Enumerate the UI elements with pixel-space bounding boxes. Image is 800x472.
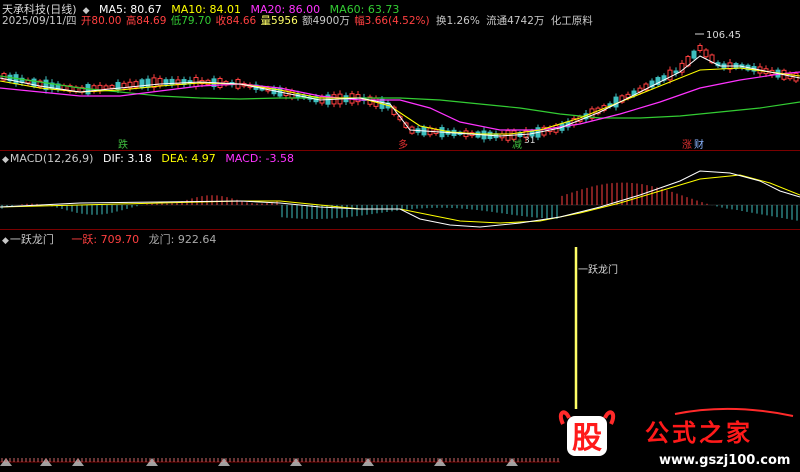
candle-body bbox=[691, 50, 697, 59]
macd-dea: DEA: 4.97 bbox=[161, 152, 216, 165]
signal-marker: 财 bbox=[694, 138, 704, 150]
candle-body bbox=[151, 77, 157, 88]
macd-chart[interactable] bbox=[0, 165, 800, 229]
macd-histogram bbox=[1, 182, 798, 221]
candle-body bbox=[103, 85, 109, 90]
signal-marker: 多 bbox=[398, 138, 408, 150]
candle-body bbox=[697, 45, 703, 51]
candle-body bbox=[613, 96, 619, 108]
site-logo: 股 公式之家 www.gszj100.com bbox=[555, 406, 800, 469]
low-price-label: 31 bbox=[524, 136, 535, 146]
dea-line bbox=[0, 174, 800, 224]
panel-separator bbox=[0, 150, 800, 151]
signal-markers: 跌 多 减 涨财 bbox=[118, 138, 704, 150]
macd-dif: DIF: 3.18 bbox=[102, 152, 152, 165]
candle-body bbox=[673, 70, 679, 74]
candle-body bbox=[703, 49, 709, 58]
macd-title[interactable]: MACD(12,26,9) bbox=[10, 152, 94, 165]
price-chart[interactable]: 106.45 31 跌 多 减 涨财 bbox=[0, 26, 800, 150]
candle-body bbox=[139, 79, 145, 89]
macd-header: ◆MACD(12,26,9) DIF: 3.18 DEA: 4.97 MACD:… bbox=[2, 152, 300, 165]
ma10-line bbox=[0, 67, 800, 135]
signal-marker: 跌 bbox=[118, 138, 128, 150]
logo-text: 公式之家 bbox=[645, 419, 753, 447]
signal-marker: 涨 bbox=[682, 139, 692, 150]
peak-price-label: 106.45 bbox=[706, 30, 741, 41]
macd-value: MACD: -3.58 bbox=[225, 152, 294, 165]
candle-body bbox=[667, 69, 673, 81]
candle-body bbox=[109, 84, 115, 89]
candle-body bbox=[145, 78, 151, 88]
candlesticks bbox=[1, 43, 799, 143]
logo-swoosh bbox=[674, 407, 794, 417]
panel-separator bbox=[0, 229, 800, 230]
logo-char: 股 bbox=[572, 421, 602, 456]
logo-graphic: 股 公式之家 www.gszj100.com bbox=[558, 407, 794, 468]
signal-marker: 减 bbox=[512, 139, 522, 150]
dropdown-triangle-icon[interactable]: ◆ bbox=[2, 155, 9, 165]
ylm-signal-label: 一跃龙门 bbox=[578, 263, 618, 276]
logo-url: www.gszj100.com bbox=[659, 453, 790, 468]
ylm-baseline-marks bbox=[0, 458, 560, 466]
dif-line bbox=[0, 170, 800, 228]
